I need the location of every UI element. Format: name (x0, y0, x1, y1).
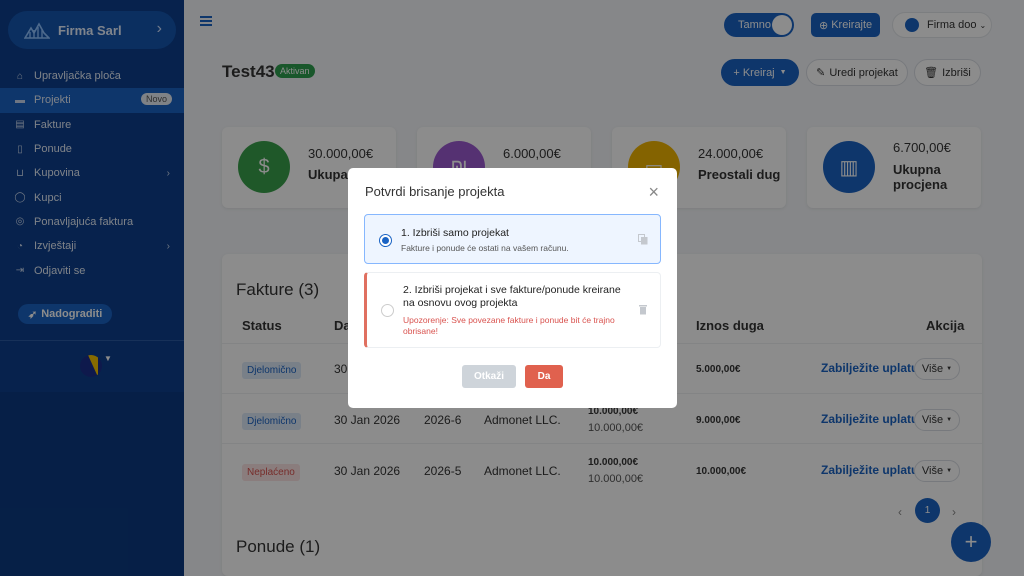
copy-icon (638, 234, 648, 245)
trash-icon (639, 305, 647, 315)
delete-option-project-and-documents[interactable]: 2. Izbriši projekat i sve fakture/ponude… (364, 272, 661, 348)
option-title: 1. Izbriši samo projekat (401, 227, 509, 239)
delete-option-project-only[interactable]: 1. Izbriši samo projekat Fakture i ponud… (364, 214, 661, 264)
delete-project-modal: Potvrdi brisanje projekta × 1. Izbriši s… (348, 168, 677, 408)
radio-unselected[interactable] (381, 304, 394, 317)
confirm-button[interactable]: Da (525, 365, 563, 388)
close-icon[interactable]: × (648, 182, 659, 203)
cancel-button[interactable]: Otkaži (462, 365, 516, 388)
option-description: Fakture i ponude će ostati na vašem raču… (401, 243, 569, 253)
modal-title: Potvrdi brisanje projekta (365, 184, 505, 199)
option-warning: Upozorenje: Sve povezane fakture i ponud… (403, 315, 615, 336)
option-title: 2. Izbriši projekat i sve fakture/ponude… (403, 284, 621, 309)
radio-selected[interactable] (379, 234, 392, 247)
